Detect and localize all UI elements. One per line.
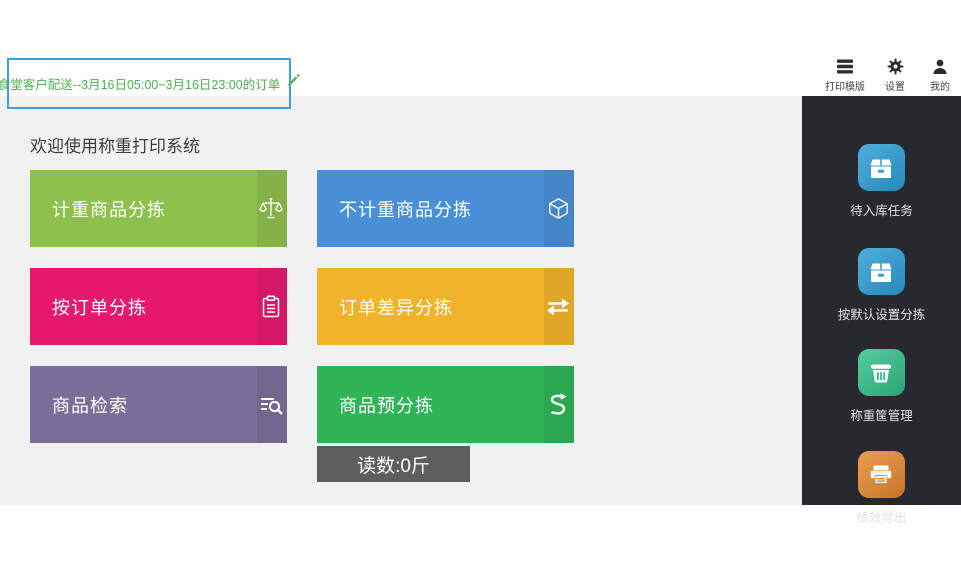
search-list-icon <box>257 366 287 443</box>
s-arrow-icon <box>544 366 574 443</box>
sidebar-item-sort-by-default-settings[interactable]: 按默认设置分拣 <box>837 248 926 323</box>
tile-label: 商品检索 <box>52 395 128 416</box>
print-template-icon <box>836 58 854 75</box>
sidebar-item-label: 待入库任务 <box>850 204 913 218</box>
my-account-button[interactable]: 我的 <box>925 58 955 93</box>
current-order-banner[interactable]: 食堂客户配送--3月16日05:00~3月16日23:00的订单 <box>0 58 300 109</box>
printer-icon <box>857 451 905 498</box>
scale-reading-display: 读数:0斤 <box>317 446 470 482</box>
tile-goods-search[interactable]: 商品检索 <box>30 366 287 443</box>
tile-label: 商品预分拣 <box>339 395 434 416</box>
tile-order-difference-sorting[interactable]: 订单差异分拣 <box>317 268 574 345</box>
tile-label: 按订单分拣 <box>52 297 147 318</box>
basket-icon <box>857 349 905 396</box>
current-order-text: 食堂客户配送--3月16日05:00~3月16日23:00的订单 <box>0 78 281 92</box>
page-title: 欢迎使用称重打印系统 <box>30 137 200 156</box>
user-icon <box>932 58 948 75</box>
clipboard-icon <box>257 268 287 345</box>
sidebar-item-label: 称重筐管理 <box>850 409 913 423</box>
my-account-label: 我的 <box>930 82 950 93</box>
settings-button[interactable]: 设置 <box>880 58 910 93</box>
header-actions: 打印模版 设置 我的 <box>825 58 955 93</box>
tile-label: 不计重商品分拣 <box>339 199 472 220</box>
pencil-icon[interactable] <box>286 74 300 93</box>
cube-icon <box>544 170 574 247</box>
sidebar-item-weighing-basket-management[interactable]: 称重筐管理 <box>850 349 913 424</box>
tile-label: 计重商品分拣 <box>52 199 166 220</box>
sidebar-item-label: 按默认设置分拣 <box>837 308 926 322</box>
sidebar-item-label: 绩效导出 <box>856 511 907 525</box>
function-tiles-grid: 计重商品分拣 不计重商品分拣 按订单分拣 订单差异分拣 商品检索 商品预分拣 <box>30 170 574 443</box>
swap-arrows-icon <box>544 268 574 345</box>
settings-label: 设置 <box>885 82 905 93</box>
tile-weighed-goods-sorting[interactable]: 计重商品分拣 <box>30 170 287 247</box>
tile-unweighed-goods-sorting[interactable]: 不计重商品分拣 <box>317 170 574 247</box>
print-template-label: 打印模版 <box>825 82 865 93</box>
sidebar-item-pending-inbound-tasks[interactable]: 待入库任务 <box>850 144 913 219</box>
inbox-box-icon <box>857 248 905 295</box>
tile-goods-pre-sorting[interactable]: 商品预分拣 <box>317 366 574 443</box>
sidebar-item-performance-export[interactable]: 绩效导出 <box>856 451 907 526</box>
tile-sort-by-order[interactable]: 按订单分拣 <box>30 268 287 345</box>
settings-gear-icon <box>887 58 904 75</box>
inbox-box-icon <box>857 144 905 191</box>
weighing-print-system-window: 打印模版 设置 我的 食堂客户配送--3月16日05:00~3月16日23:00… <box>0 0 961 562</box>
print-template-button[interactable]: 打印模版 <box>825 58 865 93</box>
scale-reading-value: 读数:0斤 <box>357 455 430 477</box>
scale-icon <box>257 170 287 247</box>
right-sidebar: 待入库任务 按默认设置分拣 称重筐管理 绩效导出 <box>802 96 961 525</box>
main-content: 欢迎使用称重打印系统 计重商品分拣 不计重商品分拣 按订单分拣 订单差异分拣 商… <box>0 96 802 505</box>
tile-label: 订单差异分拣 <box>339 297 453 318</box>
